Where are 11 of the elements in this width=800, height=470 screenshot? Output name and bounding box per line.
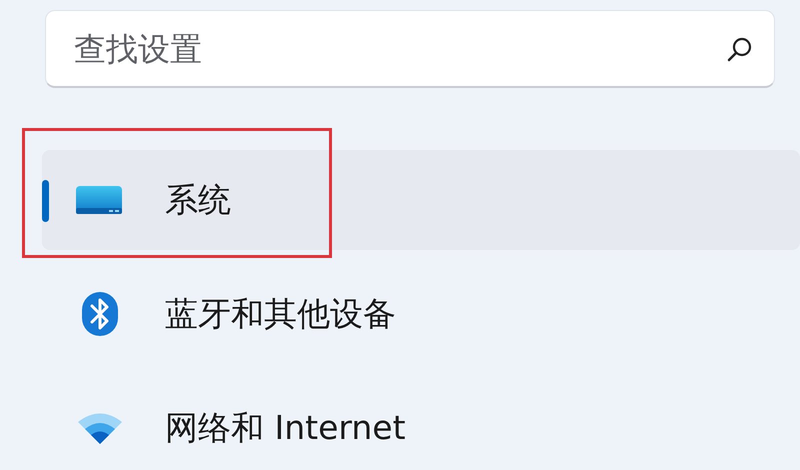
selection-indicator: [42, 180, 49, 222]
nav-item[interactable]: 网络和 Internet: [42, 378, 800, 470]
search-field[interactable]: 查找设置: [45, 10, 775, 88]
nav-label: 网络和 Internet: [165, 406, 406, 448]
monitor-icon: [75, 184, 123, 216]
wifi-icon: [77, 411, 123, 445]
nav-label: 蓝牙和其他设备: [165, 292, 396, 334]
nav-item[interactable]: 蓝牙和其他设备: [42, 264, 800, 364]
search-icon: [727, 36, 753, 62]
nav-label: 系统: [165, 178, 231, 220]
nav-item[interactable]: 系统: [42, 150, 800, 250]
